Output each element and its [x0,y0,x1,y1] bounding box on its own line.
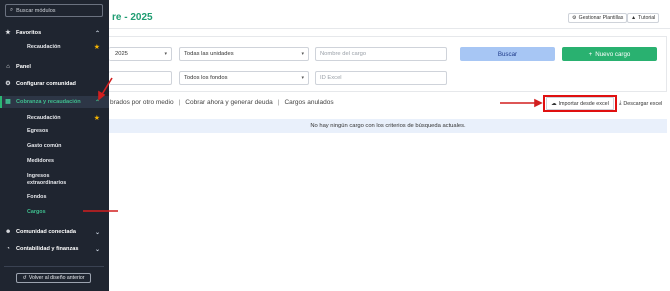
arrow-to-import [500,98,543,108]
annotation-arrows [83,77,543,212]
arrow-to-cobranza [98,77,113,101]
